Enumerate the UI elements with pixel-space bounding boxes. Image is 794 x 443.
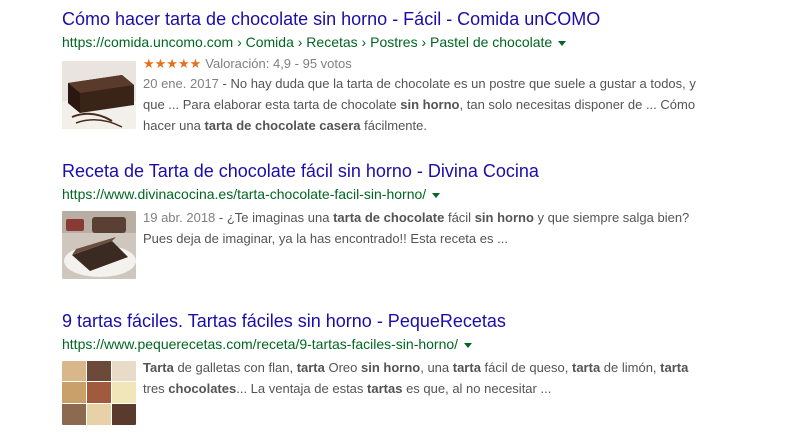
snippet-bold-term: tarta xyxy=(296,360,325,375)
rating-row: ★★★★★ Valoración: 4,9 - 95 votos xyxy=(143,55,702,73)
result-url: https://comida.uncomo.com › Comida › Rec… xyxy=(62,34,553,50)
search-result: 9 tartas fáciles. Tartas fáciles sin hor… xyxy=(62,310,702,425)
result-url-row: https://www.divinacocina.es/tarta-chocol… xyxy=(62,185,702,203)
snippet-text: 20 ene. 2017 - No hay duda que la tarta … xyxy=(143,73,702,136)
snippet-bold-term: tarta de chocolate xyxy=(333,210,445,225)
snippet-bold-term: tarta de chocolate casera xyxy=(204,118,361,133)
snippet-fragment: tres xyxy=(143,381,169,396)
url-dropdown-arrow-icon[interactable] xyxy=(464,342,473,348)
snippet-bold-term: chocolates xyxy=(168,381,237,396)
snippet-bold-term: tartas xyxy=(367,381,403,396)
result-snippet: ★★★★★ Valoración: 4,9 - 95 votos 20 ene. … xyxy=(143,55,702,136)
snippet-bold-term: sin horno xyxy=(474,210,534,225)
result-snippet: Tarta de galletas con flan, tarta Oreo s… xyxy=(143,357,702,399)
snippet-bold-term: Tarta xyxy=(143,360,174,375)
result-body: 19 abr. 2018 - ¿Te imaginas una tarta de… xyxy=(62,207,702,279)
snippet-parts: - No hay duda que la tarta de chocolate … xyxy=(143,76,696,133)
snippet-bold-term: tarta xyxy=(452,360,481,375)
snippet-fragment: , una xyxy=(420,360,453,375)
result-body: Tarta de galletas con flan, tarta Oreo s… xyxy=(62,357,702,425)
snippet-fragment: fácilmente. xyxy=(360,118,427,133)
result-thumbnail[interactable] xyxy=(62,61,136,129)
snippet-fragment: Oreo xyxy=(324,360,361,375)
snippet-fragment: de limón, xyxy=(600,360,661,375)
snippet-fragment: fácil xyxy=(444,210,475,225)
snippet-parts: Tarta de galletas con flan, tarta Oreo s… xyxy=(143,360,688,396)
result-url-row: https://www.pequerecetas.com/receta/9-ta… xyxy=(62,335,702,353)
result-snippet: 19 abr. 2018 - ¿Te imaginas una tarta de… xyxy=(143,207,702,249)
snippet-bold-term: sin horno xyxy=(361,360,421,375)
snippet-bold-term: sin horno xyxy=(400,97,460,112)
result-body: ★★★★★ Valoración: 4,9 - 95 votos 20 ene. … xyxy=(62,55,702,136)
snippet-text: Tarta de galletas con flan, tarta Oreo s… xyxy=(143,357,702,399)
snippet-parts: - ¿Te imaginas una tarta de chocolate fá… xyxy=(143,210,689,246)
rating-stars-icon: ★★★★★ xyxy=(143,56,202,71)
snippet-fragment: - ¿Te imaginas una xyxy=(215,210,334,225)
result-url: https://www.pequerecetas.com/receta/9-ta… xyxy=(62,336,459,352)
result-url-row: https://comida.uncomo.com › Comida › Rec… xyxy=(62,33,702,51)
result-thumbnail[interactable] xyxy=(62,361,136,425)
rating-text: Valoración: 4,9 - 95 votos xyxy=(205,56,352,71)
snippet-fragment: fácil de queso, xyxy=(480,360,572,375)
result-thumbnail[interactable] xyxy=(62,211,136,279)
snippet-bold-term: tarta xyxy=(572,360,601,375)
snippet-bold-term: tarta xyxy=(660,360,689,375)
url-dropdown-arrow-icon[interactable] xyxy=(432,192,441,198)
snippet-fragment: ... La ventaja de estas xyxy=(236,381,368,396)
snippet-fragment: es que, al no necesitar ... xyxy=(402,381,552,396)
result-date: 20 ene. 2017 xyxy=(143,76,219,91)
result-title-link[interactable]: Cómo hacer tarta de chocolate sin horno … xyxy=(62,8,702,30)
url-dropdown-arrow-icon[interactable] xyxy=(558,40,567,46)
search-result: Receta de Tarta de chocolate fácil sin h… xyxy=(62,160,702,279)
snippet-text: 19 abr. 2018 - ¿Te imaginas una tarta de… xyxy=(143,207,702,249)
search-result: Cómo hacer tarta de chocolate sin horno … xyxy=(62,8,702,136)
snippet-fragment: de galletas con flan, xyxy=(173,360,297,375)
result-title-link[interactable]: 9 tartas fáciles. Tartas fáciles sin hor… xyxy=(62,310,702,332)
result-url: https://www.divinacocina.es/tarta-chocol… xyxy=(62,186,427,202)
result-title-link[interactable]: Receta de Tarta de chocolate fácil sin h… xyxy=(62,160,702,182)
result-date: 19 abr. 2018 xyxy=(143,210,216,225)
